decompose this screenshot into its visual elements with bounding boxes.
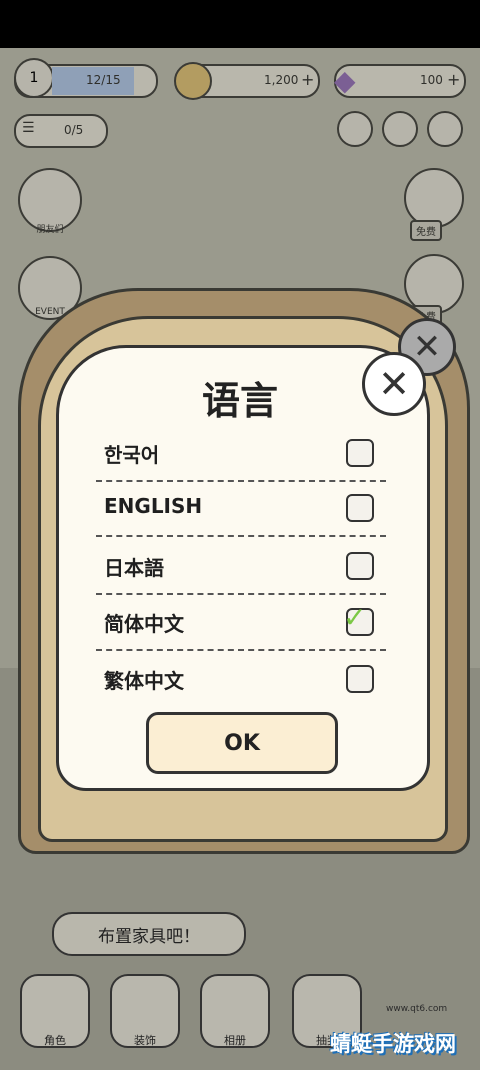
gem-add-icon[interactable]: +	[447, 70, 460, 89]
watermark: 蜻蜓手游戏网	[330, 1032, 456, 1056]
decor-button[interactable]: 装饰	[110, 974, 180, 1048]
free-gem-button[interactable]	[404, 168, 464, 228]
language-option-japanese[interactable]: 日本語	[96, 539, 386, 595]
gem-value: 100	[420, 73, 443, 87]
exp-value: 12/15	[86, 73, 121, 87]
language-option-simplified-chinese[interactable]: 简体中文 ✓	[96, 595, 386, 651]
ok-button[interactable]: OK	[146, 712, 338, 774]
settings-gear-icon[interactable]	[427, 111, 463, 147]
check-icon: ✓	[343, 601, 367, 634]
friends-label: 朋友们	[36, 225, 64, 235]
close-button[interactable]: ✕	[362, 352, 426, 416]
status-bar	[0, 0, 480, 48]
gem-icon: ◆	[334, 64, 356, 97]
watermark-sub: www.qt6.com	[386, 1004, 448, 1014]
trophy-icon[interactable]	[337, 111, 373, 147]
language-option-korean[interactable]: 한국어	[96, 426, 386, 482]
hint-bubble: 布置家具吧！	[52, 912, 246, 956]
coin-add-icon[interactable]: +	[301, 70, 314, 89]
level-value: 1	[29, 70, 39, 86]
list-icon: ☰	[22, 120, 35, 136]
option-label: 한국어	[104, 443, 160, 467]
option-checkbox[interactable]	[346, 439, 374, 467]
album-label: 相册	[224, 1034, 246, 1047]
close-icon: ✕	[378, 362, 410, 406]
option-label: 繁体中文	[104, 669, 184, 693]
level-badge: 1	[14, 58, 54, 98]
coin-value: 1,200	[264, 73, 299, 87]
option-checkbox[interactable]	[346, 552, 374, 580]
decor-label: 装饰	[134, 1034, 156, 1047]
language-option-traditional-chinese[interactable]: 繁体中文	[96, 652, 386, 706]
language-option-english[interactable]: ENGLISH	[96, 481, 386, 537]
task-value: 0/5	[64, 123, 84, 137]
medal-icon[interactable]	[382, 111, 418, 147]
option-checkbox[interactable]	[346, 494, 374, 522]
role-label: 角色	[44, 1034, 66, 1047]
option-label: 日本語	[104, 556, 164, 580]
option-label: 简体中文	[104, 612, 184, 636]
free-gem-label: 免费	[410, 220, 442, 241]
ok-label: OK	[224, 730, 260, 756]
option-checkbox[interactable]	[346, 665, 374, 693]
role-button[interactable]: 角色	[20, 974, 90, 1048]
album-button[interactable]: 相册	[200, 974, 270, 1048]
option-label: ENGLISH	[104, 494, 203, 518]
coin-icon	[174, 62, 212, 100]
